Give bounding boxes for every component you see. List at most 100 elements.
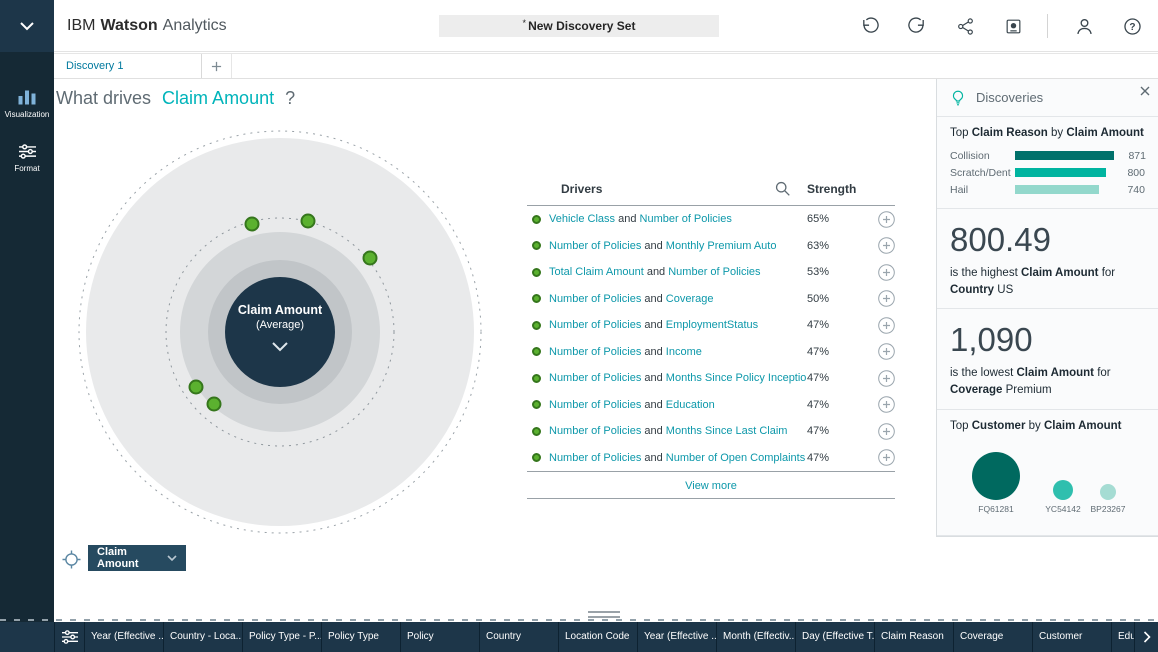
driver-link[interactable]: Vehicle Class [549, 213, 615, 225]
driver-link[interactable]: Number of Policies [640, 213, 732, 225]
discoveries-header: Discoveries [937, 79, 1158, 117]
driver-row: Number of Policies and Coverage50% [527, 286, 895, 313]
brand-ibm: IBM [67, 17, 95, 35]
driver-row: Number of Policies and EmploymentStatus4… [527, 312, 895, 339]
tray-dashed-border [0, 619, 1158, 621]
tray-column[interactable]: Year (Effective ... [85, 622, 164, 652]
driver-link[interactable]: Number of Policies [668, 266, 760, 278]
tray-column[interactable]: Location Code [559, 622, 638, 652]
customer-bubble[interactable] [972, 452, 1020, 500]
driver-link[interactable]: EmploymentStatus [666, 319, 758, 331]
driver-link[interactable]: Number of Policies [549, 240, 641, 252]
discovery-set-title[interactable]: * New Discovery Set [439, 15, 719, 37]
add-driver-button[interactable] [869, 370, 895, 387]
text-part: Claim Amount [1044, 420, 1122, 432]
tray-column[interactable]: Country - Loca... [164, 622, 243, 652]
toolbar-divider [1047, 14, 1048, 38]
add-circle-icon [878, 370, 895, 387]
driver-link[interactable]: Months Since Policy Inception [666, 372, 807, 384]
driver-link[interactable]: Number of Policies [549, 399, 641, 411]
share-button[interactable] [953, 14, 977, 38]
driver-link[interactable]: Number of Policies [549, 346, 641, 358]
drivers-title: Drivers [561, 182, 602, 196]
add-driver-button[interactable] [869, 211, 895, 228]
tray-scroll-right-button[interactable] [1134, 622, 1158, 652]
add-tab-button[interactable] [202, 54, 232, 78]
spiral-visualization[interactable] [54, 112, 506, 552]
driver-dot[interactable] [190, 381, 203, 394]
help-button[interactable]: ? [1120, 14, 1144, 38]
discovery-card[interactable]: Top Customer by Claim AmountFQ61281YC541… [937, 410, 1158, 536]
add-driver-button[interactable] [869, 264, 895, 281]
bubble-chart[interactable]: FQ61281YC54142BP23267 [950, 440, 1146, 520]
add-driver-button[interactable] [869, 423, 895, 440]
sidebar-item-visualization[interactable]: Visualization [0, 88, 54, 144]
account-button[interactable] [1072, 14, 1096, 38]
tray-column[interactable]: Claim Reason [875, 622, 954, 652]
driver-link[interactable]: Months Since Last Claim [666, 425, 788, 437]
tray-column[interactable]: Day (Effective T... [796, 622, 875, 652]
driver-link[interactable]: Number of Policies [549, 425, 641, 437]
undo-button[interactable] [857, 14, 881, 38]
conjunction: and [644, 266, 668, 278]
tray-column[interactable]: Policy Type [322, 622, 401, 652]
tray-filter-button[interactable] [54, 622, 85, 652]
driver-dot[interactable] [364, 252, 377, 265]
discovery-card[interactable]: Top Claim Reason by Claim AmountCollisio… [937, 117, 1158, 209]
chevron-down-icon [167, 555, 177, 562]
unsaved-indicator: * [523, 18, 527, 28]
driver-link[interactable]: Income [666, 346, 702, 358]
tray-column[interactable]: Year (Effective ... [638, 622, 717, 652]
tray-column[interactable]: Policy Type - P... [243, 622, 322, 652]
chevron-down-icon[interactable] [269, 341, 291, 352]
tray-column[interactable]: Month (Effectiv... [717, 622, 796, 652]
search-button[interactable] [774, 180, 791, 197]
text-part: Top [950, 420, 972, 432]
text-part: US [994, 284, 1013, 296]
question-target-link[interactable]: Claim Amount [162, 88, 274, 108]
discovery-card[interactable]: 1,090is the lowest Claim Amount for Cove… [937, 309, 1158, 409]
driver-link[interactable]: Number of Policies [549, 372, 641, 384]
conjunction: and [641, 240, 665, 252]
tab-discovery-1[interactable]: Discovery 1 [54, 54, 202, 78]
add-driver-button[interactable] [869, 237, 895, 254]
driver-strength: 50% [807, 293, 869, 305]
tray-column[interactable]: Customer [1033, 622, 1112, 652]
text-part: by [1048, 127, 1067, 139]
target-selector-button[interactable] [62, 550, 81, 569]
bar [1015, 185, 1099, 194]
customer-bubble[interactable] [1100, 484, 1116, 500]
view-more-link[interactable]: View more [527, 471, 895, 499]
close-discoveries-button[interactable] [1140, 86, 1150, 96]
collection-button[interactable] [1001, 14, 1025, 38]
discovery-card[interactable]: 800.49is the highest Claim Amount for Co… [937, 209, 1158, 309]
claim-amount-dropdown[interactable]: Claim Amount [88, 545, 186, 571]
bar-value: 740 [1117, 184, 1145, 196]
tray-column[interactable]: Country [480, 622, 559, 652]
add-driver-button[interactable] [869, 396, 895, 413]
driver-link[interactable]: Number of Open Complaints [666, 452, 805, 464]
driver-link[interactable]: Number of Policies [549, 452, 641, 464]
driver-link[interactable]: Education [666, 399, 715, 411]
app-menu-button[interactable] [0, 0, 54, 52]
text-part: is the highest [950, 267, 1021, 279]
driver-link[interactable]: Total Claim Amount [549, 266, 644, 278]
driver-strength: 63% [807, 240, 869, 252]
driver-link[interactable]: Number of Policies [549, 293, 641, 305]
tray-column[interactable]: Policy [401, 622, 480, 652]
customer-bubble[interactable] [1053, 480, 1073, 500]
target-circle[interactable] [225, 277, 335, 387]
driver-dot[interactable] [302, 215, 315, 228]
driver-dot[interactable] [246, 218, 259, 231]
driver-link[interactable]: Number of Policies [549, 319, 641, 331]
driver-link[interactable]: Coverage [666, 293, 714, 305]
add-driver-button[interactable] [869, 290, 895, 307]
redo-button[interactable] [905, 14, 929, 38]
tray-column[interactable]: Coverage [954, 622, 1033, 652]
driver-link[interactable]: Monthly Premium Auto [666, 240, 777, 252]
driver-dot[interactable] [208, 398, 221, 411]
add-driver-button[interactable] [869, 317, 895, 334]
add-driver-button[interactable] [869, 343, 895, 360]
add-driver-button[interactable] [869, 449, 895, 466]
sidebar-item-format[interactable]: Format [0, 144, 54, 200]
